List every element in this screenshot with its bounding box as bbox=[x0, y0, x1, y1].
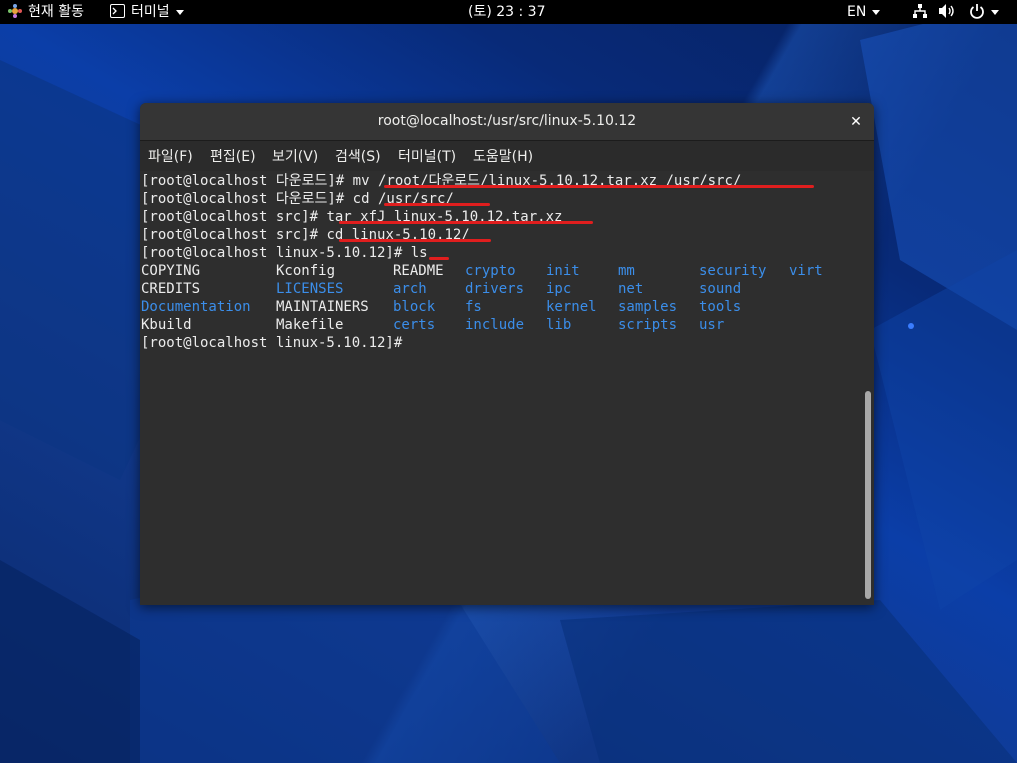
scrollbar-thumb[interactable] bbox=[865, 391, 871, 599]
ls-entry: virt bbox=[789, 263, 823, 279]
terminal-output[interactable]: [root@localhost 다운로드]# mv /root/다운로드/lin… bbox=[140, 171, 874, 605]
ls-entry: Kconfig bbox=[276, 263, 336, 279]
activities-button[interactable]: 현재 활동 bbox=[8, 0, 84, 24]
ls-entry: fs bbox=[465, 299, 482, 315]
ls-entry: COPYING bbox=[141, 263, 201, 279]
chevron-down-icon bbox=[990, 9, 999, 15]
window-titlebar[interactable]: root@localhost:/usr/src/linux-5.10.12 ✕ bbox=[140, 103, 874, 141]
menu-help[interactable]: 도움말(H) bbox=[473, 141, 533, 171]
command-highlight-underline bbox=[384, 185, 814, 188]
network-icon bbox=[912, 3, 928, 19]
menu-terminal[interactable]: 터미널(T) bbox=[398, 141, 456, 171]
clock[interactable]: (토) 23 : 37 bbox=[468, 0, 546, 24]
ls-entry: drivers bbox=[465, 281, 525, 297]
ls-entry: Makefile bbox=[276, 317, 344, 333]
command-highlight-underline bbox=[339, 239, 491, 242]
ls-entry: arch bbox=[393, 281, 427, 297]
terminal-line: [root@localhost linux-5.10.12]# bbox=[141, 334, 411, 352]
close-button[interactable]: ✕ bbox=[846, 112, 866, 132]
input-method-label: EN bbox=[847, 4, 867, 20]
ls-entry: tools bbox=[699, 299, 742, 315]
shell-prompt: [root@localhost linux-5.10.12]# bbox=[141, 245, 411, 261]
chevron-down-icon bbox=[872, 9, 881, 15]
ls-entry: mm bbox=[618, 263, 635, 279]
volume-icon bbox=[938, 3, 956, 19]
ls-entry: LICENSES bbox=[276, 281, 344, 297]
input-method-indicator[interactable]: EN bbox=[847, 0, 881, 24]
command-highlight-underline bbox=[384, 203, 490, 206]
ls-entry: security bbox=[699, 263, 767, 279]
ls-entry: net bbox=[618, 281, 644, 297]
ls-entry: CREDITS bbox=[141, 281, 201, 297]
window-title: root@localhost:/usr/src/linux-5.10.12 bbox=[377, 113, 637, 129]
shell-command: ls bbox=[410, 245, 428, 261]
ls-entry: Documentation bbox=[141, 299, 251, 315]
ls-entry: usr bbox=[699, 317, 725, 333]
menu-view[interactable]: 보기(V) bbox=[272, 141, 318, 171]
ls-entry: block bbox=[393, 299, 436, 315]
ls-entry: include bbox=[465, 317, 525, 333]
ls-entry: ipc bbox=[546, 281, 572, 297]
ls-entry: MAINTAINERS bbox=[276, 299, 369, 315]
shell-prompt: [root@localhost 다운로드]# bbox=[141, 173, 353, 189]
ls-entry: Kbuild bbox=[141, 317, 192, 333]
gnome-foot-icon bbox=[8, 2, 22, 18]
ls-entry: lib bbox=[546, 317, 572, 333]
menu-edit[interactable]: 편집(E) bbox=[210, 141, 256, 171]
ls-entry: crypto bbox=[465, 263, 516, 279]
ls-entry: sound bbox=[699, 281, 742, 297]
chevron-down-icon bbox=[175, 9, 184, 15]
menu-file[interactable]: 파일(F) bbox=[148, 141, 193, 171]
ls-entry: init bbox=[546, 263, 580, 279]
shell-prompt: [root@localhost linux-5.10.12]# bbox=[141, 335, 411, 351]
top-bar: 현재 활동 터미널 (토) 23 : 37 EN bbox=[0, 0, 1017, 24]
command-highlight-underline bbox=[429, 257, 449, 260]
shell-prompt: [root@localhost src]# bbox=[141, 209, 327, 225]
menu-search[interactable]: 검색(S) bbox=[335, 141, 381, 171]
ls-entry: certs bbox=[393, 317, 436, 333]
ls-entry: scripts bbox=[618, 317, 678, 333]
ls-entry: README bbox=[393, 263, 444, 279]
menu-bar: 파일(F) 편집(E) 보기(V) 검색(S) 터미널(T) 도움말(H) bbox=[140, 141, 874, 171]
terminal-window: root@localhost:/usr/src/linux-5.10.12 ✕ … bbox=[140, 103, 874, 605]
shell-prompt: [root@localhost 다운로드]# bbox=[141, 191, 353, 207]
ls-entry: samples bbox=[618, 299, 678, 315]
terminal-line: [root@localhost linux-5.10.12]# ls bbox=[141, 244, 428, 262]
ls-entry: kernel bbox=[546, 299, 597, 315]
app-menu-label: 터미널 bbox=[131, 4, 170, 20]
power-icon bbox=[969, 3, 985, 19]
command-highlight-underline bbox=[339, 221, 593, 224]
terminal-app-icon bbox=[110, 4, 125, 18]
app-menu-terminal[interactable]: 터미널 bbox=[110, 0, 184, 24]
shell-prompt: [root@localhost src]# bbox=[141, 227, 327, 243]
system-menu[interactable] bbox=[912, 0, 999, 24]
close-icon: ✕ bbox=[850, 114, 862, 130]
activities-label: 현재 활동 bbox=[28, 4, 84, 20]
